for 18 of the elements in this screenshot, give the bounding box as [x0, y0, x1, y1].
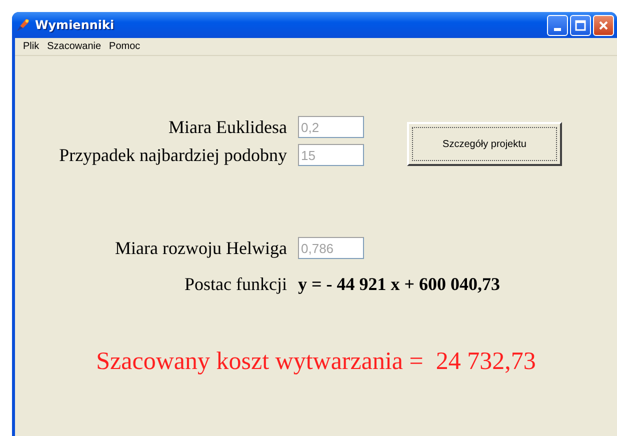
window-title: Wymienniki [35, 18, 114, 32]
maximize-icon [575, 20, 586, 30]
function-formula: y = - 44 921 x + 600 040,73 [298, 273, 500, 296]
close-button[interactable] [593, 14, 614, 36]
function-label: Postac funkcji [184, 274, 287, 296]
maximize-button[interactable] [570, 14, 591, 36]
minimize-button[interactable] [547, 14, 568, 36]
app-icon [15, 17, 31, 33]
menu-item[interactable]: Pomoc [105, 41, 144, 52]
field-label: Przypadek najbardziej podobny [58, 144, 287, 166]
project-details-button[interactable]: Szczegóły projektu [407, 122, 562, 166]
close-icon [598, 20, 609, 30]
field-label: Miara Euklidesa [168, 116, 287, 138]
estimated-cost-text: Szacowany koszt wytwarzania = 24 732,73 [95, 348, 537, 376]
menu-item[interactable]: Plik [19, 41, 44, 52]
menu-item[interactable]: Szacowanie [43, 41, 106, 52]
minimize-icon [554, 28, 561, 30]
field-label: Miara rozwoju Helwiga [114, 238, 287, 258]
